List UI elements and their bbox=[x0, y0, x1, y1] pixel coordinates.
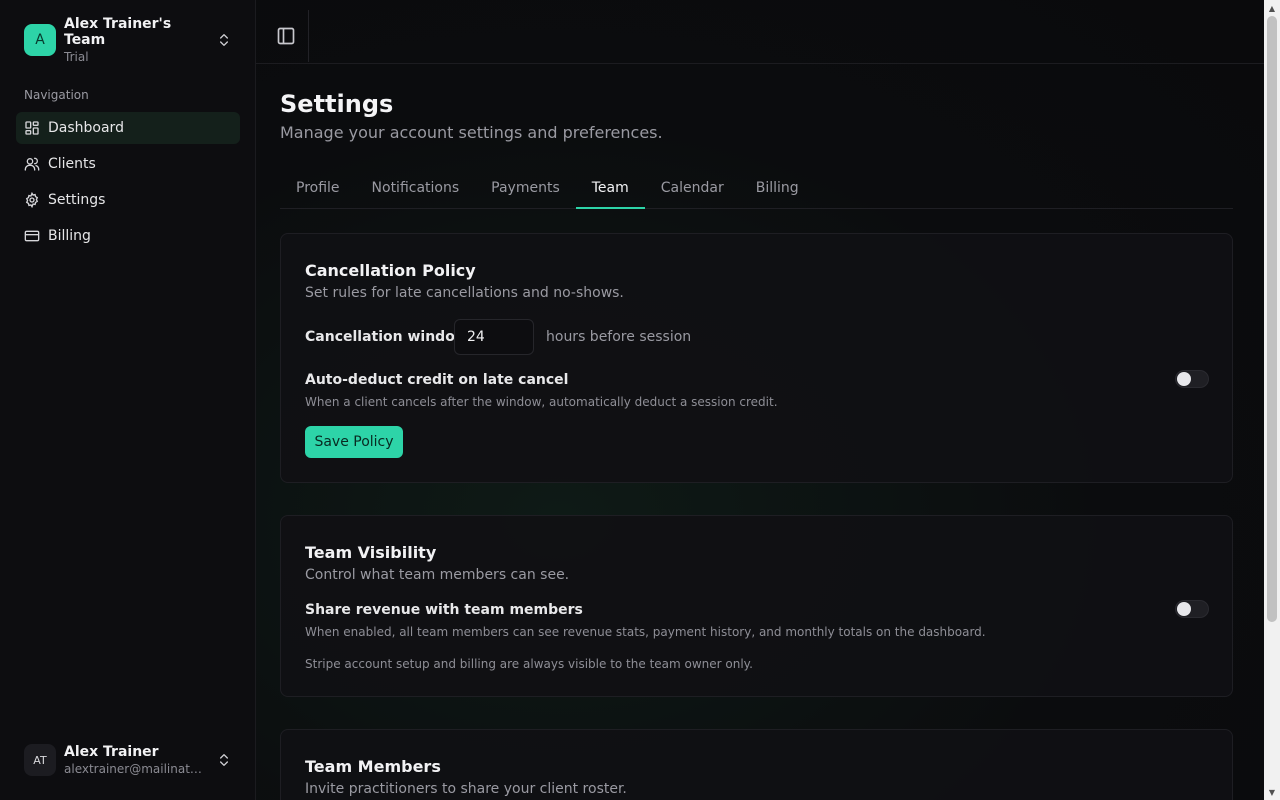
visibility-note: Stripe account setup and billing are alw… bbox=[305, 657, 753, 671]
team-members-card: Team Members Invite practitioners to sha… bbox=[280, 729, 1233, 800]
sidebar-item-billing[interactable]: Billing bbox=[16, 220, 240, 252]
cancellation-policy-card: Cancellation Policy Set rules for late c… bbox=[280, 233, 1233, 483]
sidebar-item-dashboard[interactable]: Dashboard bbox=[16, 112, 240, 144]
auto-deduct-description: When a client cancels after the window, … bbox=[305, 395, 778, 409]
card-title: Cancellation Policy bbox=[305, 261, 476, 280]
gear-icon bbox=[25, 192, 39, 208]
card-description: Invite practitioners to share your clien… bbox=[305, 781, 627, 797]
card-description: Control what team members can see. bbox=[305, 567, 570, 583]
sidebar-item-clients[interactable]: Clients bbox=[16, 148, 240, 180]
nav-heading: Navigation bbox=[24, 88, 89, 102]
card-title: Team Members bbox=[305, 757, 441, 776]
share-revenue-label: Share revenue with team members bbox=[305, 602, 583, 618]
team-plan: Trial bbox=[64, 50, 89, 64]
tab-team[interactable]: Team bbox=[575, 167, 645, 209]
user-name: Alex Trainer bbox=[64, 744, 159, 760]
scroll-thumb[interactable] bbox=[1267, 16, 1277, 622]
topbar bbox=[256, 0, 1264, 64]
dashboard-icon bbox=[25, 121, 39, 135]
scroll-up-arrow-icon[interactable]: ▲ bbox=[1264, 0, 1280, 16]
sidebar-item-label: Dashboard bbox=[48, 120, 124, 136]
scroll-down-arrow-icon[interactable]: ▼ bbox=[1264, 784, 1280, 800]
chevrons-up-down-icon bbox=[220, 34, 228, 46]
auto-deduct-toggle[interactable] bbox=[1175, 370, 1209, 388]
main-content: Settings Manage your account settings an… bbox=[256, 0, 1264, 800]
auto-deduct-label: Auto-deduct credit on late cancel bbox=[305, 372, 569, 388]
page-scrollbar[interactable]: ▲ ▼ bbox=[1264, 0, 1280, 800]
user-email: alextrainer@mailinator.c... bbox=[64, 762, 206, 776]
team-visibility-card: Team Visibility Control what team member… bbox=[280, 515, 1233, 697]
sidebar-item-settings[interactable]: Settings bbox=[16, 184, 240, 216]
team-switcher[interactable]: A Alex Trainer's Team Trial bbox=[16, 16, 240, 64]
share-revenue-description: When enabled, all team members can see r… bbox=[305, 625, 986, 639]
save-policy-button[interactable]: Save Policy bbox=[305, 426, 403, 458]
chevrons-up-down-icon bbox=[220, 754, 228, 766]
toggle-knob bbox=[1177, 602, 1191, 616]
share-revenue-toggle[interactable] bbox=[1175, 600, 1209, 618]
sidebar-item-label: Clients bbox=[48, 156, 96, 172]
user-menu[interactable]: AT Alex Trainer alextrainer@mailinator.c… bbox=[16, 736, 240, 784]
cancellation-window-label: Cancellation window bbox=[305, 329, 468, 345]
sidebar-item-label: Settings bbox=[48, 192, 106, 208]
cancellation-window-input[interactable] bbox=[454, 319, 534, 355]
topbar-divider bbox=[308, 10, 309, 62]
team-avatar: A bbox=[24, 24, 56, 56]
nav-list: Dashboard Clients Settings Billing bbox=[16, 112, 240, 256]
users-icon bbox=[24, 157, 40, 171]
toggle-knob bbox=[1177, 372, 1191, 386]
cancellation-window-suffix: hours before session bbox=[546, 329, 692, 345]
sidebar-item-label: Billing bbox=[48, 228, 91, 244]
tab-profile[interactable]: Profile bbox=[280, 167, 356, 208]
avatar: AT bbox=[24, 744, 56, 776]
page-title: Settings bbox=[280, 90, 394, 118]
tab-calendar[interactable]: Calendar bbox=[645, 167, 740, 208]
tab-notifications[interactable]: Notifications bbox=[356, 167, 476, 208]
settings-tabs: Profile Notifications Payments Team Cale… bbox=[280, 168, 1233, 209]
credit-card-icon bbox=[24, 230, 40, 242]
card-title: Team Visibility bbox=[305, 543, 437, 562]
team-name: Alex Trainer's Team bbox=[64, 16, 172, 48]
tab-payments[interactable]: Payments bbox=[475, 167, 576, 208]
sidebar: A Alex Trainer's Team Trial Navigation D… bbox=[0, 0, 256, 800]
sidebar-toggle-icon[interactable] bbox=[276, 26, 296, 46]
card-description: Set rules for late cancellations and no-… bbox=[305, 285, 624, 301]
page-subtitle: Manage your account settings and prefere… bbox=[280, 123, 663, 142]
tab-billing[interactable]: Billing bbox=[740, 167, 815, 208]
